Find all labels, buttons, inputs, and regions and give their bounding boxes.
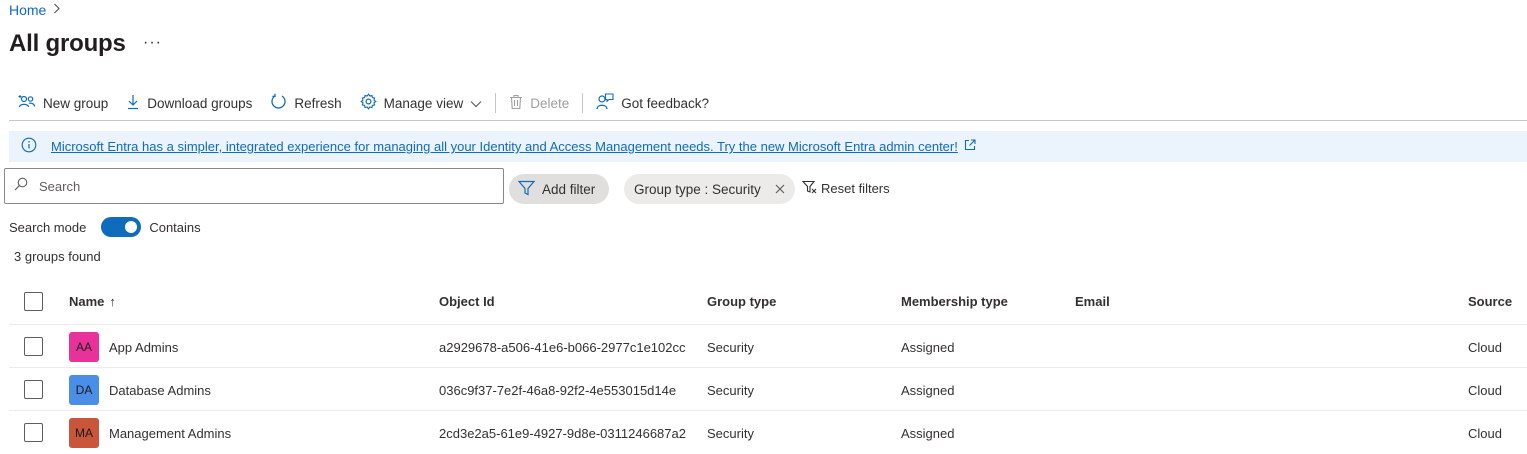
filter-reset-icon <box>801 180 817 197</box>
search-box <box>4 168 504 204</box>
info-banner: Microsoft Entra has a simpler, integrate… <box>9 131 1527 162</box>
avatar-initials: MA <box>75 426 93 440</box>
download-icon <box>126 94 140 113</box>
table-row <box>9 410 1527 454</box>
close-icon[interactable] <box>775 182 785 197</box>
column-header-name[interactable]: Name ↑ <box>69 294 116 309</box>
sort-ascending-icon: ↑ <box>109 294 116 309</box>
add-filter-label: Add filter <box>542 181 596 197</box>
group-type-filter-pill[interactable]: Group type : Security <box>624 174 795 204</box>
column-header-group-type[interactable]: Group type <box>707 294 776 309</box>
row-checkbox[interactable] <box>24 337 43 356</box>
object-id-cell: 036c9f37-7e2f-46a8-92f2-4e553015d14e <box>439 383 677 398</box>
avatar: AA <box>69 332 99 362</box>
toolbar-divider <box>495 93 497 113</box>
search-mode-toggle[interactable] <box>101 217 142 237</box>
feedback-person-icon <box>596 93 614 113</box>
breadcrumb: Home <box>9 2 61 18</box>
delete-button[interactable]: Delete <box>500 88 578 118</box>
source-cell: Cloud <box>1468 426 1502 441</box>
search-input[interactable] <box>37 177 461 195</box>
group-type-cell: Security <box>707 383 754 398</box>
filter-icon <box>517 180 536 199</box>
avatar-initials: AA <box>75 340 92 354</box>
download-groups-label: Download groups <box>147 95 253 111</box>
group-name-link[interactable]: App Admins <box>109 340 178 355</box>
more-options-button[interactable]: ··· <box>143 34 162 52</box>
search-mode-value: Contains <box>149 219 201 235</box>
feedback-button[interactable]: Got feedback? <box>587 88 718 118</box>
row-checkbox[interactable] <box>24 380 43 399</box>
avatar: MA <box>69 418 99 448</box>
reset-filters-button[interactable]: Reset filters <box>801 180 890 197</box>
group-type-cell: Security <box>707 340 754 355</box>
group-type-filter-label: Group type : Security <box>634 181 761 197</box>
search-icon <box>14 177 28 196</box>
group-type-cell: Security <box>707 426 754 441</box>
group-name-link[interactable]: Database Admins <box>109 383 211 398</box>
search-mode: Search mode Contains <box>9 217 201 237</box>
refresh-label: Refresh <box>294 95 342 111</box>
source-cell: Cloud <box>1468 383 1502 398</box>
add-filter-button[interactable]: Add filter <box>509 174 610 204</box>
manage-view-label: Manage view <box>383 95 464 111</box>
new-group-button[interactable]: New group <box>9 88 117 118</box>
trash-icon <box>509 94 523 113</box>
entra-admin-center-link[interactable]: Microsoft Entra has a simpler, integrate… <box>51 139 958 154</box>
table-row <box>9 324 1527 368</box>
reset-filters-label: Reset filters <box>821 181 890 196</box>
select-all-checkbox[interactable] <box>24 292 43 311</box>
add-people-icon <box>18 94 36 113</box>
membership-type-cell: Assigned <box>901 340 955 355</box>
object-id-cell: 2cd3e2a5-61e9-4927-9d8e-0311246687a2 <box>439 426 686 441</box>
delete-label: Delete <box>530 95 570 111</box>
new-group-label: New group <box>43 95 109 111</box>
toolbar-divider-line <box>9 120 1527 121</box>
refresh-button[interactable]: Refresh <box>261 88 350 118</box>
column-header-object-id[interactable]: Object Id <box>439 294 495 309</box>
membership-type-cell: Assigned <box>901 383 955 398</box>
source-cell: Cloud <box>1468 340 1502 355</box>
manage-view-button[interactable]: Manage view <box>351 88 492 118</box>
avatar-initials: DA <box>75 383 93 397</box>
gear-icon <box>359 93 377 113</box>
external-link-icon <box>964 139 976 154</box>
breadcrumb-home-link[interactable]: Home <box>9 2 46 18</box>
column-header-membership-type[interactable]: Membership type <box>901 294 1008 309</box>
search-mode-label: Search mode <box>9 219 87 235</box>
object-id-cell: a2929678-a506-41e6-b066-2977c1e102cc <box>439 340 686 355</box>
chevron-right-icon <box>52 3 61 17</box>
refresh-icon <box>270 93 287 113</box>
info-icon <box>21 137 37 156</box>
name-header-label: Name <box>69 294 105 309</box>
row-checkbox[interactable] <box>24 423 43 442</box>
avatar: DA <box>69 375 99 405</box>
feedback-label: Got feedback? <box>621 95 710 111</box>
group-name-link[interactable]: Management Admins <box>109 426 231 441</box>
table-row <box>9 367 1527 411</box>
command-bar: New group Download groups Refresh Manage… <box>9 88 718 118</box>
page-title: All groups <box>9 30 126 57</box>
column-header-email[interactable]: Email <box>1075 294 1110 309</box>
toolbar-divider <box>582 93 584 113</box>
results-count: 3 groups found <box>14 249 101 264</box>
chevron-down-icon <box>470 96 482 111</box>
download-groups-button[interactable]: Download groups <box>117 88 261 118</box>
column-header-source[interactable]: Source <box>1468 294 1512 309</box>
membership-type-cell: Assigned <box>901 426 955 441</box>
